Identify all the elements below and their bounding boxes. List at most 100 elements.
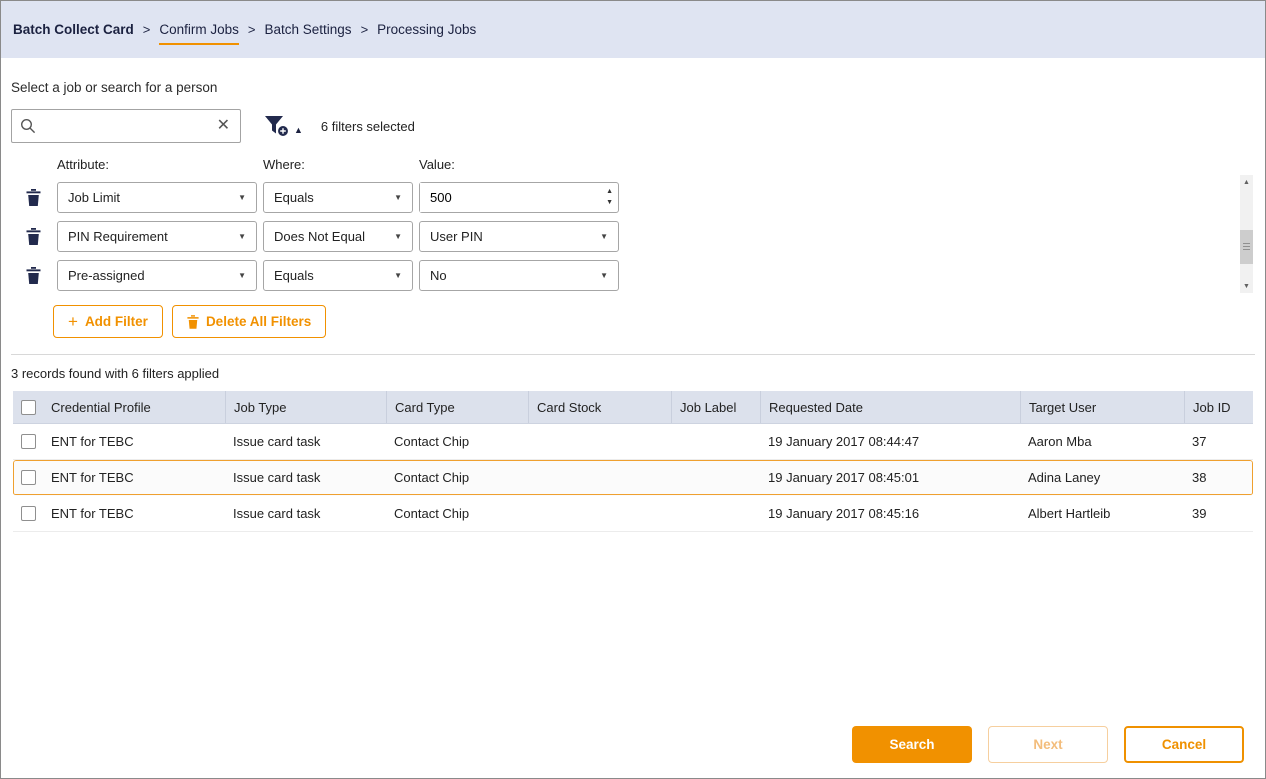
value-select[interactable]: User PIN ▼: [419, 221, 619, 252]
next-button[interactable]: Next: [988, 726, 1108, 763]
row-checkbox[interactable]: [21, 434, 36, 449]
scrollbar-thumb[interactable]: [1240, 230, 1253, 264]
chevron-down-icon: ▼: [394, 232, 402, 241]
delete-filter-button[interactable]: [15, 182, 51, 213]
attribute-column-header: Attribute:: [57, 157, 257, 174]
cell-card-type: Contact Chip: [386, 470, 528, 485]
spinner-down-icon[interactable]: ▼: [606, 198, 613, 209]
page-instruction: Select a job or search for a person: [11, 80, 1265, 95]
filter-funnel-add-icon: [263, 114, 291, 138]
filter-toggle-button[interactable]: ▲: [263, 114, 303, 138]
records-summary: 3 records found with 6 filters applied: [11, 366, 1265, 381]
breadcrumb-item-confirm-jobs[interactable]: Confirm Jobs: [159, 22, 239, 37]
jobs-table: Credential Profile Job Type Card Type Ca…: [13, 391, 1253, 532]
breadcrumb: Batch Collect Card > Confirm Jobs > Batc…: [1, 1, 1265, 58]
filters-selected-count: 6 filters selected: [321, 119, 415, 134]
breadcrumb-item-batch-collect-card[interactable]: Batch Collect Card: [13, 22, 134, 37]
attribute-select-value: Pre-assigned: [68, 268, 145, 283]
breadcrumb-separator: >: [248, 22, 256, 37]
row-checkbox[interactable]: [21, 506, 36, 521]
add-filter-label: Add Filter: [85, 314, 148, 329]
column-header-job-id: Job ID: [1184, 391, 1253, 423]
where-select-value: Equals: [274, 190, 314, 205]
row-checkbox[interactable]: [21, 470, 36, 485]
breadcrumb-separator: >: [361, 22, 369, 37]
column-header-target-user: Target User: [1020, 391, 1184, 423]
search-input[interactable]: [36, 119, 215, 134]
cell-job-id: 38: [1184, 470, 1253, 485]
where-select[interactable]: Does Not Equal ▼: [263, 221, 413, 252]
add-filter-button[interactable]: + Add Filter: [53, 305, 163, 338]
where-select[interactable]: Equals ▼: [263, 260, 413, 291]
cell-requested-date: 19 January 2017 08:45:16: [760, 506, 1020, 521]
trash-icon: [187, 315, 199, 329]
collapse-filters-icon: ▲: [294, 125, 303, 138]
table-row-selected[interactable]: ENT for TEBC Issue card task Contact Chi…: [13, 460, 1253, 496]
value-input[interactable]: [420, 183, 606, 212]
cell-credential-profile: ENT for TEBC: [43, 506, 225, 521]
column-header-job-label: Job Label: [671, 391, 760, 423]
delete-filter-button[interactable]: [15, 260, 51, 291]
spinner-up-icon[interactable]: ▲: [606, 187, 613, 198]
cell-job-id: 39: [1184, 506, 1253, 521]
cancel-button[interactable]: Cancel: [1124, 726, 1244, 763]
attribute-select[interactable]: Job Limit ▼: [57, 182, 257, 213]
search-box: ✕: [11, 109, 241, 143]
column-header-job-type: Job Type: [225, 391, 386, 423]
trash-icon: [26, 189, 41, 206]
cell-target-user: Albert Hartleib: [1020, 506, 1184, 521]
select-all-checkbox[interactable]: [21, 400, 36, 415]
clear-search-icon[interactable]: ✕: [215, 118, 232, 134]
chevron-down-icon: ▼: [394, 271, 402, 280]
chevron-down-icon: ▼: [600, 232, 608, 241]
column-header-card-type: Card Type: [386, 391, 528, 423]
value-select-value: No: [430, 268, 447, 283]
breadcrumb-item-batch-settings[interactable]: Batch Settings: [265, 22, 352, 37]
cell-job-id: 37: [1184, 434, 1253, 449]
delete-filter-button[interactable]: [15, 221, 51, 252]
cell-card-type: Contact Chip: [386, 506, 528, 521]
cell-credential-profile: ENT for TEBC: [43, 470, 225, 485]
value-column-header: Value:: [419, 157, 619, 174]
attribute-select[interactable]: Pre-assigned ▼: [57, 260, 257, 291]
value-select-value: User PIN: [430, 229, 483, 244]
scrollbar-down-icon[interactable]: ▼: [1240, 279, 1253, 293]
batch-collect-card-window: Batch Collect Card > Confirm Jobs > Batc…: [0, 0, 1266, 779]
chevron-down-icon: ▼: [238, 193, 246, 202]
table-header-row: Credential Profile Job Type Card Type Ca…: [13, 391, 1253, 424]
section-divider: [11, 354, 1255, 355]
cell-job-type: Issue card task: [225, 470, 386, 485]
cell-card-type: Contact Chip: [386, 434, 528, 449]
delete-all-filters-label: Delete All Filters: [206, 314, 311, 329]
table-row[interactable]: ENT for TEBC Issue card task Contact Chi…: [13, 424, 1253, 460]
trash-icon: [26, 228, 41, 245]
chevron-down-icon: ▼: [238, 232, 246, 241]
search-row: ✕ ▲ 6 filters selected: [11, 109, 1265, 143]
chevron-down-icon: ▼: [394, 193, 402, 202]
plus-icon: +: [68, 313, 78, 330]
filter-actions: + Add Filter Delete All Filters: [53, 305, 1265, 338]
scrollbar-up-icon[interactable]: ▲: [1240, 175, 1253, 189]
filters-scrollbar[interactable]: ▲ ▼: [1240, 175, 1253, 293]
breadcrumb-separator: >: [143, 22, 151, 37]
table-row[interactable]: ENT for TEBC Issue card task Contact Chi…: [13, 496, 1253, 532]
cell-target-user: Adina Laney: [1020, 470, 1184, 485]
column-header-card-stock: Card Stock: [528, 391, 671, 423]
chevron-down-icon: ▼: [238, 271, 246, 280]
filter-panel: Attribute: Where: Value: Job Limit ▼ Equ…: [15, 157, 1265, 338]
column-header-requested-date: Requested Date: [760, 391, 1020, 423]
cell-job-type: Issue card task: [225, 506, 386, 521]
delete-all-filters-button[interactable]: Delete All Filters: [172, 305, 326, 338]
cell-requested-date: 19 January 2017 08:44:47: [760, 434, 1020, 449]
value-select[interactable]: No ▼: [419, 260, 619, 291]
column-header-credential-profile: Credential Profile: [43, 391, 225, 423]
search-icon: [20, 118, 36, 134]
trash-icon: [26, 267, 41, 284]
attribute-select-value: PIN Requirement: [68, 229, 168, 244]
chevron-down-icon: ▼: [600, 271, 608, 280]
search-button[interactable]: Search: [852, 726, 972, 763]
where-select-value: Does Not Equal: [274, 229, 365, 244]
breadcrumb-item-processing-jobs[interactable]: Processing Jobs: [377, 22, 476, 37]
attribute-select[interactable]: PIN Requirement ▼: [57, 221, 257, 252]
where-select[interactable]: Equals ▼: [263, 182, 413, 213]
